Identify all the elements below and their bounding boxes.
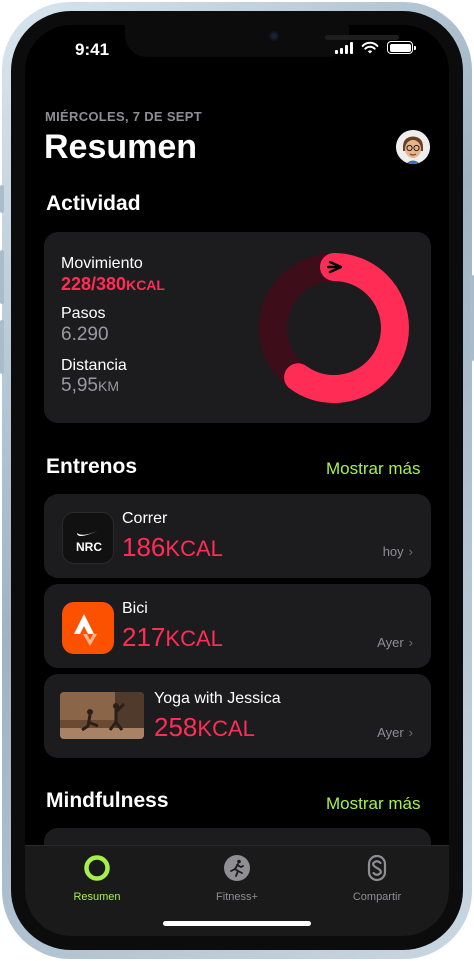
- activity-ring-icon: [84, 855, 110, 881]
- workout-kcal: 186KCAL: [122, 532, 223, 562]
- svg-text:NRC: NRC: [76, 540, 102, 554]
- tab-resumen[interactable]: Resumen: [37, 854, 157, 903]
- side-button: [470, 275, 474, 361]
- cellular-signal-icon: [335, 41, 353, 54]
- wifi-icon: [361, 41, 379, 54]
- runner-icon: [224, 855, 250, 881]
- date-label: MIÉRCOLES, 7 DE SEPT: [45, 109, 202, 124]
- page-title: Resumen: [44, 128, 198, 166]
- workout-name: Correr: [122, 510, 168, 527]
- chevron-right-icon: ›: [408, 544, 413, 559]
- workout-name: Yoga with Jessica: [154, 690, 281, 707]
- workout-kcal: 217KCAL: [122, 622, 223, 652]
- screen: 9:41 MIÉRCOLES, 7 DE SEPT Resumen Activi…: [25, 25, 449, 936]
- workout-day: hoy ›: [382, 544, 413, 559]
- move-value: 228/380KCAL: [61, 274, 165, 294]
- status-icons: [335, 41, 416, 54]
- notch: [125, 25, 399, 57]
- tab-fitness-plus[interactable]: Fitness+: [177, 854, 297, 903]
- workout-day: Ayer ›: [377, 725, 413, 740]
- workouts-show-more-link[interactable]: Mostrar más: [326, 459, 420, 479]
- workout-card-yoga[interactable]: Yoga with Jessica 258KCAL Ayer ›: [44, 674, 431, 758]
- share-icon: [367, 854, 387, 882]
- volume-down-button: [0, 320, 4, 374]
- mindfulness-show-more-link[interactable]: Mostrar más: [326, 794, 420, 814]
- tab-label: Resumen: [73, 891, 121, 903]
- volume-up-button: [0, 250, 4, 304]
- tab-label: Fitness+: [216, 891, 258, 903]
- yoga-thumbnail: [60, 692, 144, 739]
- chevron-right-icon: ›: [408, 725, 413, 740]
- workout-card-run[interactable]: NRC Correr 186KCAL hoy ›: [44, 494, 431, 578]
- front-camera: [269, 31, 279, 41]
- workout-day: Ayer ›: [377, 635, 413, 650]
- speaker: [325, 35, 399, 40]
- mindfulness-section-title: Mindfulness: [46, 789, 169, 812]
- distance-value: 5,95KM: [61, 375, 119, 396]
- avatar[interactable]: [396, 130, 430, 164]
- silent-switch: [0, 185, 4, 213]
- battery-icon: [387, 41, 416, 54]
- nrc-icon: NRC: [62, 512, 114, 564]
- workout-kcal: 258KCAL: [154, 712, 255, 742]
- status-time: 9:41: [75, 40, 110, 59]
- tab-compartir[interactable]: Compartir: [317, 854, 437, 903]
- home-indicator[interactable]: [163, 921, 311, 926]
- strava-icon: [62, 602, 114, 654]
- move-ring[interactable]: [258, 252, 410, 404]
- workouts-section-title: Entrenos: [46, 455, 138, 478]
- workout-card-bike[interactable]: Bici 217KCAL Ayer ›: [44, 584, 431, 668]
- memoji-avatar-icon: [396, 130, 430, 164]
- workout-name: Bici: [122, 600, 148, 617]
- chevron-right-icon: ›: [408, 635, 413, 650]
- tab-label: Compartir: [352, 891, 402, 903]
- steps-label: Pasos: [61, 305, 106, 322]
- move-label: Movimiento: [61, 255, 143, 272]
- distance-label: Distancia: [61, 357, 127, 374]
- steps-value: 6.290: [61, 324, 109, 345]
- activity-card[interactable]: Movimiento 228/380KCAL Pasos 6.290 Dista…: [44, 232, 431, 423]
- activity-section-title: Actividad: [46, 192, 141, 215]
